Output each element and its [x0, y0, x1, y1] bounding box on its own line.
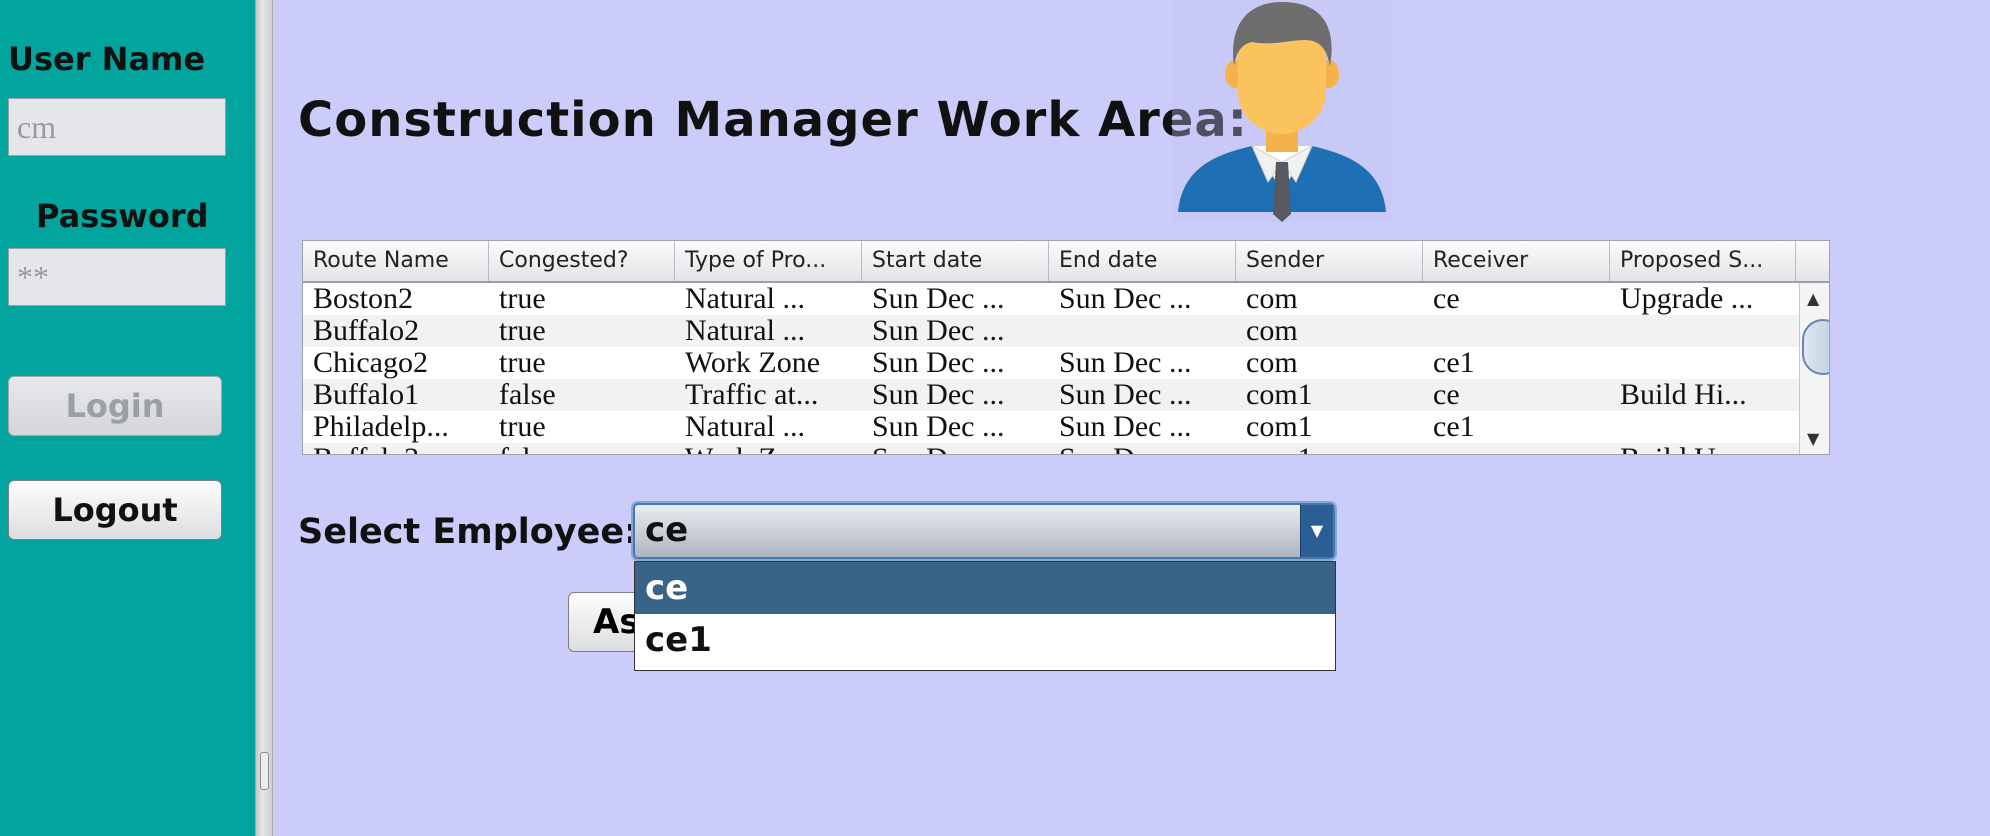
- cell-type: Natural ...: [685, 283, 805, 315]
- table-row[interactable]: Boston2 true Natural ... Sun Dec ... Sun Dec…: [303, 283, 1799, 315]
- employee-combobox[interactable]: ce ▼: [633, 503, 1335, 559]
- column-header-end-date[interactable]: End date: [1049, 241, 1236, 281]
- column-header-start-date[interactable]: Start date: [862, 241, 1049, 281]
- table-row[interactable]: Buffalo3falseWork Zo...Sun Dec ...Sun De…: [303, 443, 1799, 454]
- select-employee-label: Select Employee:: [298, 512, 639, 552]
- cell-proposed: [1610, 315, 1796, 347]
- cell-proposed: Build Hi...: [1620, 379, 1747, 411]
- cell-sender: com: [1246, 347, 1298, 379]
- cell-congested: false: [489, 443, 675, 454]
- cell-receiver: ce1: [1433, 411, 1475, 443]
- cell-proposed: [1610, 347, 1796, 379]
- divider-grip[interactable]: [260, 752, 269, 790]
- logout-button[interactable]: Logout: [8, 480, 222, 540]
- cell-sender: com1: [1246, 379, 1313, 411]
- password-field[interactable]: **: [8, 248, 226, 306]
- cell-end-date: Sun Dec ...: [1059, 347, 1192, 379]
- cell-end-date: Sun Dec ...: [1059, 411, 1192, 443]
- cell-route-name: Buffalo1: [313, 379, 420, 411]
- username-field[interactable]: cm: [8, 98, 226, 156]
- chevron-down-icon[interactable]: ▼: [1300, 505, 1333, 557]
- table-header: Route Name Congested? Type of Pro... Sta…: [303, 241, 1829, 283]
- table-vertical-scrollbar[interactable]: ▲ ▼: [1799, 283, 1829, 454]
- cell-start-date: Sun Dec ...: [872, 283, 1005, 315]
- cell-receiver: ce1: [1433, 347, 1475, 379]
- cell-receiver: ce: [1433, 379, 1460, 411]
- column-header-sender[interactable]: Sender: [1236, 241, 1423, 281]
- cell-start-date: Sun Dec ...: [872, 315, 1005, 347]
- manager-avatar-icon: [1172, 0, 1392, 222]
- login-panel: User Name cm Password ** Login Logout: [0, 0, 255, 836]
- cell-receiver: ce: [1433, 283, 1460, 315]
- page-title: Construction Manager Work Area:: [298, 92, 1248, 148]
- cell-end-date: Sun Dec ...: [1059, 379, 1192, 411]
- table-row[interactable]: Buffalo1 false Traffic at... Sun Dec ... Sun…: [303, 379, 1799, 411]
- table-row[interactable]: Chicago2 true Work Zone Sun Dec ... Sun Dec …: [303, 347, 1799, 379]
- cell-start-date: Sun Dec ...: [872, 411, 1005, 443]
- cell-start-date: Sun Dec ...: [862, 443, 1049, 454]
- cell-congested: true: [499, 411, 546, 443]
- dropdown-option-ce1[interactable]: ce1: [635, 614, 1335, 666]
- cell-start-date: Sun Dec ...: [872, 347, 1005, 379]
- column-header-type[interactable]: Type of Pro...: [675, 241, 862, 281]
- cell-end-date: Sun Dec ...: [1049, 443, 1236, 454]
- routes-table[interactable]: Route Name Congested? Type of Pro... Sta…: [302, 240, 1830, 455]
- cell-sender: com: [1246, 283, 1298, 315]
- cell-sender: com: [1246, 315, 1298, 347]
- table-row[interactable]: Buffalo2 true Natural ... Sun Dec ... com: [303, 315, 1799, 347]
- employee-dropdown-list[interactable]: ce ce1: [634, 561, 1336, 671]
- cell-route-name: Philadelp...: [313, 411, 449, 443]
- split-pane-divider[interactable]: [255, 0, 273, 836]
- cell-sender: com1: [1236, 443, 1423, 454]
- cell-congested: true: [499, 347, 546, 379]
- cell-type: Work Zone: [685, 347, 821, 379]
- cell-type: Natural ...: [685, 411, 805, 443]
- cell-end-date: [1049, 315, 1236, 347]
- cell-type: Work Zo...: [675, 443, 862, 454]
- cell-congested: true: [499, 315, 546, 347]
- login-button[interactable]: Login: [8, 376, 222, 436]
- cell-receiver: [1423, 315, 1610, 347]
- table-body[interactable]: Boston2 true Natural ... Sun Dec ... Sun Dec…: [303, 283, 1799, 454]
- cell-start-date: Sun Dec ...: [872, 379, 1005, 411]
- table-row[interactable]: Philadelp... true Natural ... Sun Dec ... Su…: [303, 411, 1799, 443]
- cell-end-date: Sun Dec ...: [1059, 283, 1192, 315]
- scrollbar-thumb[interactable]: [1802, 319, 1829, 375]
- cell-sender: com1: [1246, 411, 1313, 443]
- cell-type: Natural ...: [685, 315, 805, 347]
- cell-proposed: Upgrade ...: [1620, 283, 1754, 315]
- scroll-up-arrow-icon[interactable]: ▲: [1807, 289, 1819, 308]
- cell-type: Traffic at...: [685, 379, 819, 411]
- cell-route-name: Buffalo3: [303, 443, 489, 454]
- cell-congested: false: [499, 379, 556, 411]
- combobox-selected-value: ce: [645, 510, 689, 550]
- cell-proposed: Build U...: [1610, 443, 1796, 454]
- cell-proposed: [1610, 411, 1796, 443]
- cell-congested: true: [499, 283, 546, 315]
- column-header-route-name[interactable]: Route Name: [303, 241, 489, 281]
- column-header-congested[interactable]: Congested?: [489, 241, 675, 281]
- cell-route-name: Boston2: [313, 283, 414, 315]
- cell-route-name: Chicago2: [313, 347, 428, 379]
- scroll-down-arrow-icon[interactable]: ▼: [1807, 429, 1819, 448]
- username-label: User Name: [8, 40, 206, 78]
- cell-receiver: [1423, 443, 1610, 454]
- cell-route-name: Buffalo2: [313, 315, 420, 347]
- password-label: Password: [36, 197, 209, 235]
- column-header-proposed[interactable]: Proposed S...: [1610, 241, 1796, 281]
- dropdown-option-ce[interactable]: ce: [635, 562, 1335, 614]
- column-header-receiver[interactable]: Receiver: [1423, 241, 1610, 281]
